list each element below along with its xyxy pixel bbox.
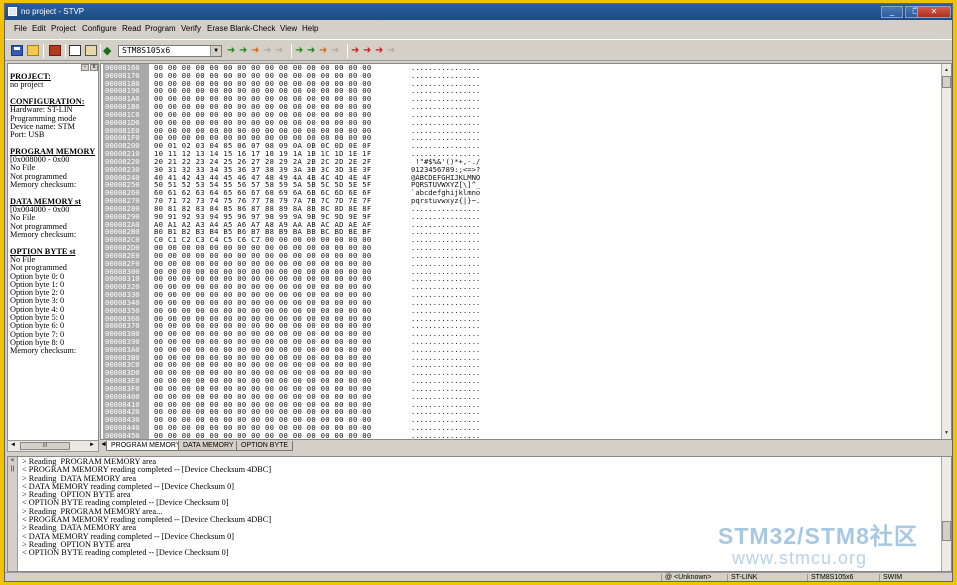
scrollbar-thumb[interactable] — [942, 521, 951, 541]
stvp-window: no project - STVP _ ❐ ✕ File Edit Projec… — [4, 3, 953, 582]
device-chip-icon: ◆ — [103, 45, 112, 57]
info-line: no project — [10, 80, 44, 90]
tab-program-memory[interactable]: PROGRAM MEMORY — [106, 441, 186, 451]
status-position: @ <Unknown> — [661, 574, 711, 581]
log-vscrollbar[interactable] — [941, 457, 951, 571]
program-all-tabs-icon[interactable]: ➜ — [307, 45, 315, 56]
memory-hex-view: 00008160 00 00 00 00 00 00 00 00 00 00 00… — [100, 63, 952, 440]
menu-help[interactable]: Help — [302, 24, 318, 33]
app-icon — [8, 7, 17, 16]
paste-icon[interactable] — [85, 45, 97, 56]
scroll-right-icon[interactable]: ► — [89, 442, 95, 448]
read-current-tab-icon[interactable]: ➜ — [227, 45, 235, 56]
read-disabled-icon: ➜ — [263, 45, 272, 56]
project-info-text: PROJECT: no project CONFIGURATION: Hardware… — [10, 73, 98, 356]
scroll-up-icon[interactable]: ▲ — [942, 66, 951, 75]
verify-all-tabs-icon[interactable]: ➜ — [363, 45, 371, 56]
panel-minimize-button[interactable]: - — [81, 64, 89, 71]
panel-close-button[interactable]: x — [90, 64, 98, 71]
window-title: no project - STVP — [21, 7, 85, 16]
chip-icon[interactable] — [49, 45, 61, 56]
menu-file[interactable]: File — [14, 24, 27, 33]
scrollbar-thumb[interactable]: III — [20, 442, 70, 450]
menu-blank-check[interactable]: Blank-Check — [230, 24, 275, 33]
log-close-icon[interactable]: × — [9, 458, 16, 465]
log-lines: > Reading PROGRAM MEMORY area < PROGRAM M… — [22, 457, 271, 558]
project-info-panel: - x PROJECT: no project CONFIGURATION: Hard… — [7, 63, 99, 452]
menu-project[interactable]: Project — [51, 24, 76, 33]
toolbar-separator — [65, 44, 66, 58]
minimize-button[interactable]: _ — [881, 6, 903, 18]
hex-row-ascii[interactable]: ................ — [411, 432, 480, 439]
program-disabled-icon: ➜ — [331, 45, 340, 56]
scroll-down-icon[interactable]: ▼ — [942, 429, 951, 438]
scrollbar-thumb[interactable] — [942, 76, 951, 88]
info-line: Port: USB — [10, 130, 45, 140]
menu-edit[interactable]: Edit — [32, 24, 46, 33]
log-side-bar: × || — [8, 457, 18, 571]
status-device: STM8S105x6 — [807, 574, 853, 581]
verify-current-tab-icon[interactable]: ➜ — [351, 45, 359, 56]
watermark-url: www.stmcu.org — [732, 548, 868, 568]
toolbar-separator — [100, 44, 101, 58]
menu-erase[interactable]: Erase — [207, 24, 228, 33]
hex-row-bytes[interactable]: 00 00 00 00 00 00 00 00 00 00 00 00 00 0… — [154, 432, 371, 439]
info-line: Memory checksum: — [10, 229, 77, 239]
close-button[interactable]: ✕ — [917, 6, 951, 18]
program-selected-icon[interactable]: ➜ — [319, 45, 327, 56]
tab-data-memory[interactable]: DATA MEMORY — [178, 441, 239, 451]
read-disabled-icon-2: ➜ — [275, 45, 284, 56]
info-line: Memory checksum: — [10, 180, 77, 190]
tab-option-byte[interactable]: OPTION BYTE — [236, 441, 294, 451]
toolbar-separator — [291, 44, 292, 58]
log-line: < OPTION BYTE reading completed -- [Devi… — [22, 548, 229, 558]
read-all-tabs-icon[interactable]: ➜ — [239, 45, 247, 56]
status-hardware: ST-LINK — [727, 574, 757, 581]
device-select-value: STM8S105x6 — [122, 46, 171, 55]
verify-disabled-icon: ➜ — [387, 45, 396, 56]
log-pin-icon[interactable]: || — [9, 466, 16, 473]
memory-tabs: ◄► PROGRAM MEMORY DATA MEMORY OPTION BYT… — [100, 440, 952, 452]
menu-configure[interactable]: Configure — [82, 24, 117, 33]
left-panel-hscrollbar[interactable]: ◄ III ► — [7, 440, 99, 452]
copy-icon[interactable] — [69, 45, 81, 56]
open-folder-icon[interactable] — [27, 45, 39, 56]
watermark-brand: STM32/STM8社区 — [718, 523, 918, 549]
hex-vscrollbar[interactable]: ▲ ▼ — [941, 64, 951, 439]
scroll-left-icon[interactable]: ◄ — [10, 442, 16, 448]
title-bar: no project - STVP _ ❐ ✕ — [5, 4, 952, 20]
device-select[interactable]: STM8S105x6 ▼ — [118, 45, 222, 57]
menu-bar: File Edit Project Configure Read Program… — [5, 23, 952, 36]
toolbar-separator — [43, 44, 44, 58]
verify-selected-icon[interactable]: ➜ — [375, 45, 383, 56]
info-line: Memory checksum: — [10, 346, 77, 356]
toolbar-separator — [347, 44, 348, 58]
toolbar: ◆ STM8S105x6 ▼ ➜ ➜ ➜ ➜ ➜ ➜ ➜ ➜ ➜ ➜ ➜ ➜ ➜ — [5, 39, 952, 61]
program-current-tab-icon[interactable]: ➜ — [295, 45, 303, 56]
menu-program[interactable]: Program — [145, 24, 176, 33]
menu-verify[interactable]: Verify — [181, 24, 201, 33]
menu-read[interactable]: Read — [122, 24, 141, 33]
save-icon[interactable] — [11, 45, 23, 56]
status-protocol: SWIM — [879, 574, 902, 581]
hex-row-addr[interactable]: 00008450 — [105, 432, 140, 439]
read-selected-icon[interactable]: ➜ — [251, 45, 259, 56]
status-bar: @ <Unknown> ST-LINK STM8S105x6 SWIM — [5, 572, 952, 581]
chevron-down-icon[interactable]: ▼ — [210, 46, 221, 56]
menu-view[interactable]: View — [280, 24, 297, 33]
